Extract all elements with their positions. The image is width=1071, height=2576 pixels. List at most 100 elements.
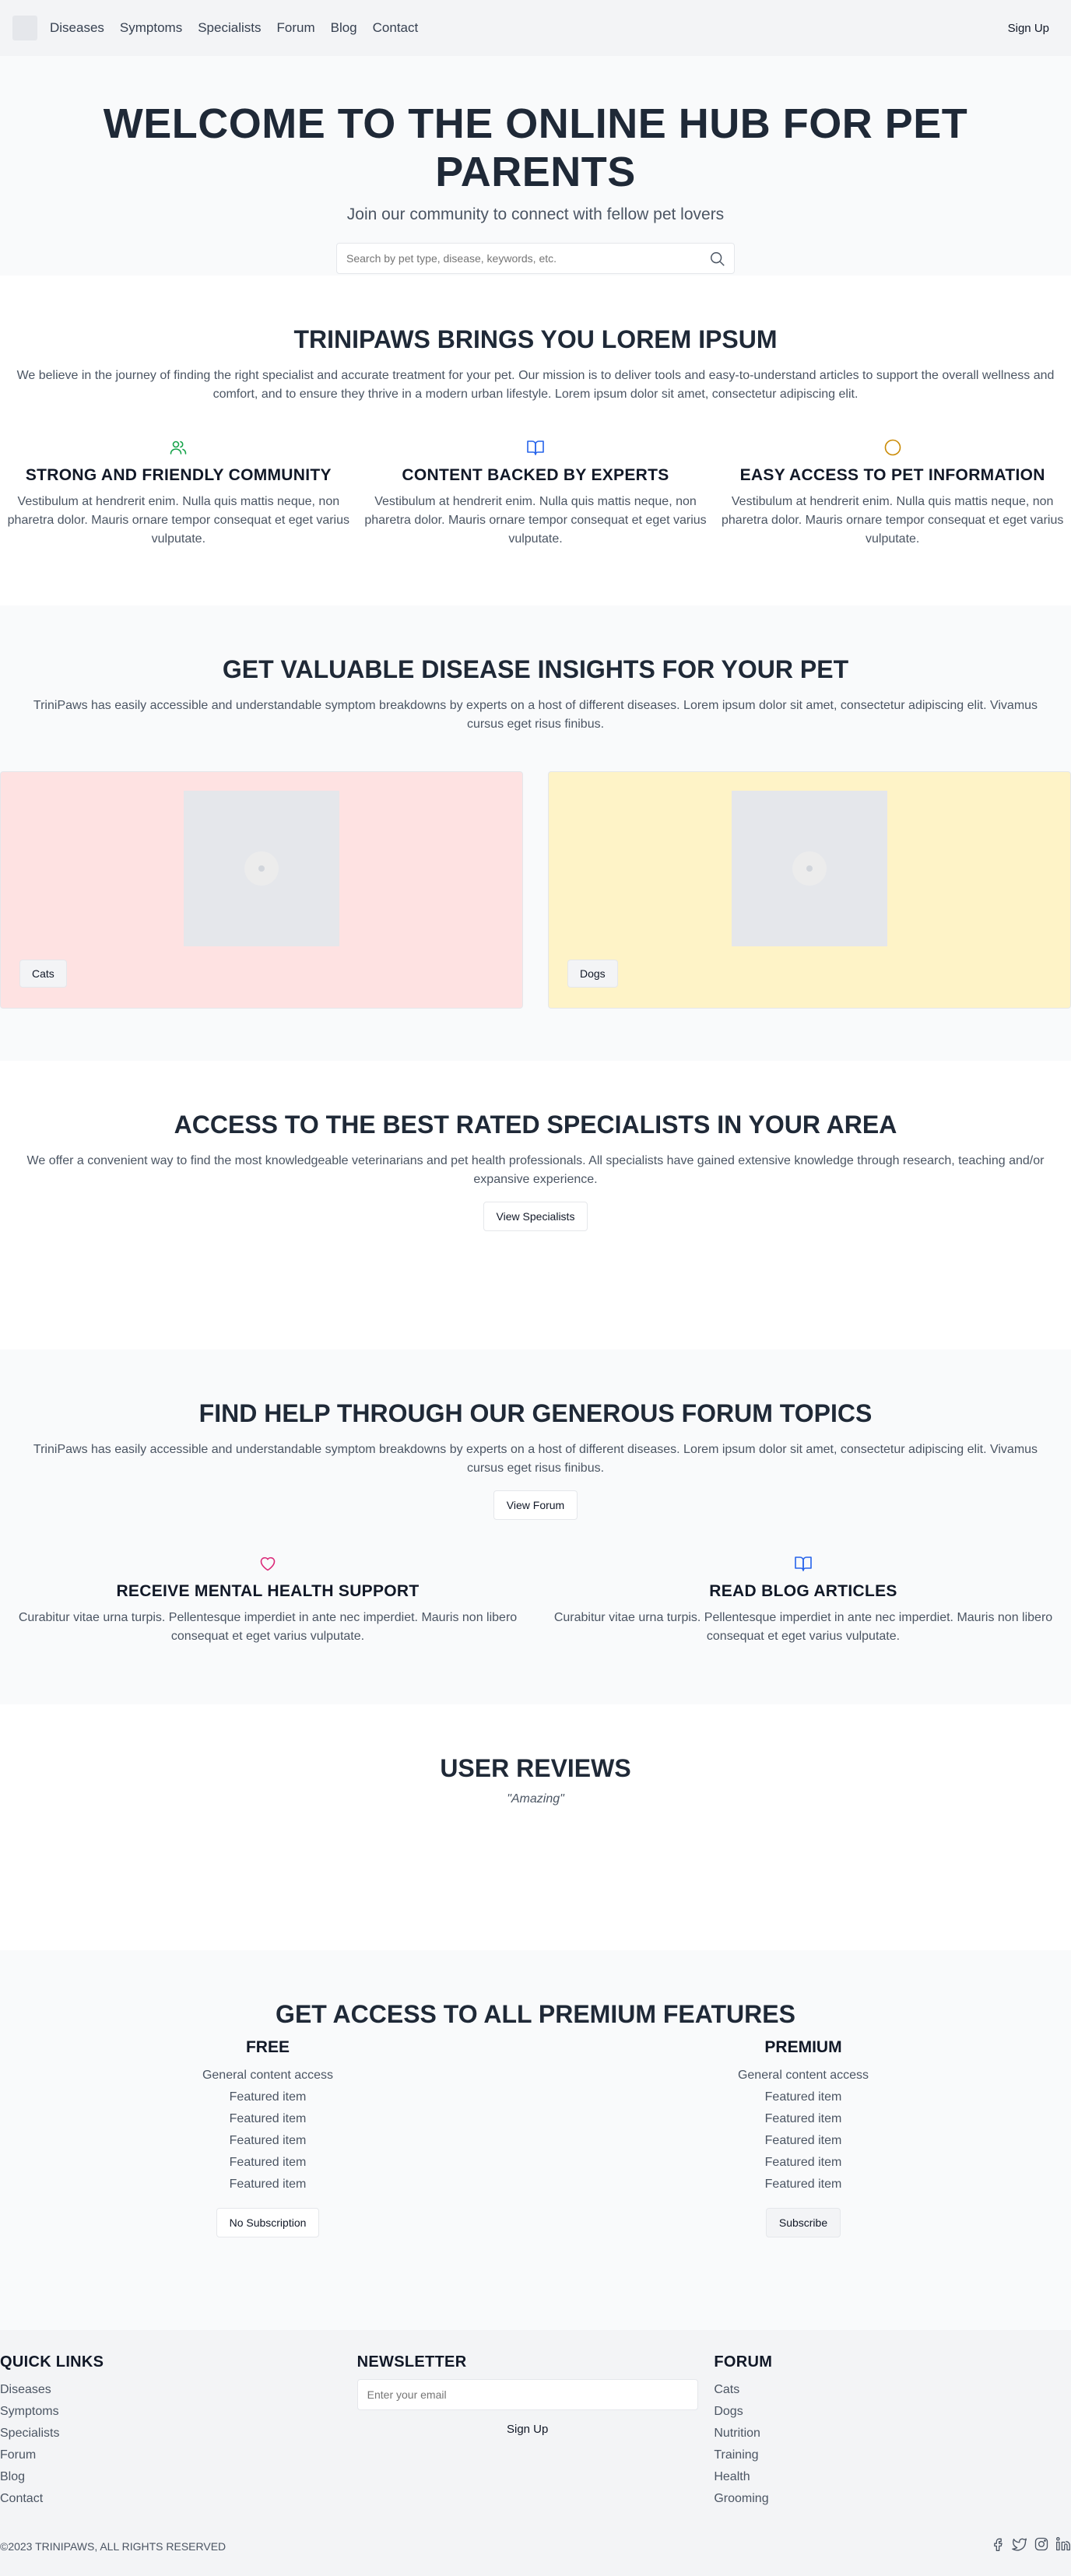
nav-link-specialists[interactable]: Specialists bbox=[198, 20, 261, 36]
footer-heading: FORUM bbox=[714, 2353, 773, 2371]
search-input[interactable] bbox=[346, 252, 725, 265]
plan-list: FREE General content access Featured ite… bbox=[0, 2038, 1071, 2237]
specialists-section: ACCESS TO THE BEST RATED SPECIALISTS IN … bbox=[0, 1061, 1071, 1349]
footer-link-blog[interactable]: Blog bbox=[0, 2466, 342, 2488]
subscribe-button[interactable]: Subscribe bbox=[765, 2208, 841, 2237]
plan-free: FREE General content access Featured ite… bbox=[0, 2038, 536, 2237]
nav-link-forum[interactable]: Forum bbox=[276, 20, 314, 36]
plan-feature: Featured item bbox=[764, 2178, 842, 2191]
linkedin-icon[interactable] bbox=[1055, 2536, 1071, 2556]
plan-features: General content access Featured item Fea… bbox=[536, 2065, 1071, 2195]
book-icon bbox=[360, 438, 711, 458]
footer-columns: QUICK LINKS Diseases Symptoms Specialist… bbox=[0, 2353, 1071, 2510]
image-placeholder bbox=[184, 791, 339, 946]
instagram-icon[interactable] bbox=[1034, 2536, 1049, 2556]
search-bar bbox=[336, 243, 735, 274]
plan-feature: General content access bbox=[737, 2069, 869, 2082]
top-navbar: Diseases Symptoms Specialists Forum Blog… bbox=[0, 0, 1071, 56]
footer-link-grooming[interactable]: Grooming bbox=[714, 2488, 1055, 2510]
plan-feature: Featured item bbox=[764, 2156, 842, 2169]
logo[interactable] bbox=[12, 16, 37, 40]
footer-quick-links: QUICK LINKS Diseases Symptoms Specialist… bbox=[0, 2353, 357, 2510]
hero-section: WELCOME TO THE ONLINE HUB FOR PET PARENT… bbox=[0, 56, 1071, 275]
forum-section: FIND HELP THROUGH OUR GENEROUS FORUM TOP… bbox=[0, 1349, 1071, 1704]
footer-link-training[interactable]: Training bbox=[714, 2444, 1055, 2466]
nav-link-blog[interactable]: Blog bbox=[331, 20, 357, 36]
plan-feature: Featured item bbox=[764, 2090, 842, 2104]
plan-feature: Featured item bbox=[229, 2178, 307, 2191]
footer-link-health[interactable]: Health bbox=[714, 2466, 1055, 2488]
footer-link-forum[interactable]: Forum bbox=[0, 2444, 342, 2466]
cats-button[interactable]: Cats bbox=[19, 960, 67, 988]
diseases-title: GET VALUABLE DISEASE INSIGHTS FOR YOUR P… bbox=[222, 655, 849, 683]
about-section: TRINIPAWS BRINGS YOU LOREM IPSUM We beli… bbox=[0, 275, 1071, 605]
feature-title: STRONG AND FRIENDLY COMMUNITY bbox=[25, 466, 332, 484]
feature-community: STRONG AND FRIENDLY COMMUNITY Vestibulum… bbox=[0, 438, 357, 549]
plan-feature: Featured item bbox=[229, 2090, 307, 2104]
footer-link-diseases[interactable]: Diseases bbox=[0, 2379, 342, 2401]
footer-link-dogs[interactable]: Dogs bbox=[714, 2401, 1055, 2423]
feature-easy-access: EASY ACCESS TO PET INFORMATION Vestibulu… bbox=[714, 438, 1071, 549]
forum-text: TriniPaws has easily accessible and unde… bbox=[33, 1443, 1038, 1475]
view-specialists-button[interactable]: View Specialists bbox=[483, 1202, 588, 1231]
feature-title: RECEIVE MENTAL HEALTH SUPPORT bbox=[116, 1582, 420, 1600]
plan-feature: General content access bbox=[202, 2069, 334, 2082]
footer-link-specialists[interactable]: Specialists bbox=[0, 2423, 342, 2444]
book-icon bbox=[539, 1554, 1068, 1574]
about-title: TRINIPAWS BRINGS YOU LOREM IPSUM bbox=[293, 325, 778, 353]
hero-subtitle: Join our community to connect with fello… bbox=[346, 205, 725, 223]
premium-section: GET ACCESS TO ALL PREMIUM FEATURES FREE … bbox=[0, 1950, 1071, 2330]
circle-icon bbox=[717, 438, 1068, 458]
plan-feature: Featured item bbox=[229, 2112, 307, 2125]
card-dogs[interactable]: Dogs bbox=[548, 771, 1071, 1009]
disease-insights-section: GET VALUABLE DISEASE INSIGHTS FOR YOUR P… bbox=[0, 605, 1071, 1061]
feature-text: Vestibulum at hendrerit enim. Nulla quis… bbox=[364, 495, 707, 546]
pet-cards: Cats Dogs bbox=[0, 771, 1071, 1009]
review-quote: "Amazing" bbox=[507, 1792, 564, 1806]
footer-heading: NEWSLETTER bbox=[356, 2353, 467, 2371]
footer-link-cats[interactable]: Cats bbox=[714, 2379, 1055, 2401]
reviews-title: USER REVIEWS bbox=[440, 1754, 631, 1782]
plan-feature: Featured item bbox=[764, 2112, 842, 2125]
nav-signup-button[interactable]: Sign Up bbox=[999, 17, 1059, 40]
view-forum-button[interactable]: View Forum bbox=[493, 1490, 578, 1520]
plan-feature: Featured item bbox=[229, 2156, 307, 2169]
plan-feature: Featured item bbox=[229, 2134, 307, 2147]
twitter-icon[interactable] bbox=[1012, 2536, 1027, 2556]
plan-premium: PREMIUM General content access Featured … bbox=[536, 2038, 1071, 2237]
plan-name: FREE bbox=[245, 2038, 290, 2056]
feature-blog: READ BLOG ARTICLES Curabitur vitae urna … bbox=[536, 1554, 1071, 1646]
reviews-section: USER REVIEWS "Amazing" bbox=[0, 1704, 1071, 1950]
plan-features: General content access Featured item Fea… bbox=[0, 2065, 536, 2195]
footer-link-symptoms[interactable]: Symptoms bbox=[0, 2401, 342, 2423]
about-text: We believe in the journey of finding the… bbox=[16, 369, 1055, 401]
nav-link-symptoms[interactable]: Symptoms bbox=[120, 20, 182, 36]
feature-text: Vestibulum at hendrerit enim. Nulla quis… bbox=[722, 495, 1064, 546]
feature-title: CONTENT BACKED BY EXPERTS bbox=[402, 466, 669, 484]
no-subscription-button[interactable]: No Subscription bbox=[216, 2208, 320, 2237]
specialists-title: ACCESS TO THE BEST RATED SPECIALISTS IN … bbox=[174, 1111, 897, 1139]
nav-link-contact[interactable]: Contact bbox=[373, 20, 419, 36]
facebook-icon[interactable] bbox=[990, 2536, 1006, 2556]
footer-link-contact[interactable]: Contact bbox=[0, 2488, 342, 2510]
heart-icon bbox=[3, 1554, 532, 1574]
nav-link-diseases[interactable]: Diseases bbox=[50, 20, 104, 36]
newsletter-signup-button[interactable]: Sign Up bbox=[357, 2423, 698, 2436]
footer-link-nutrition[interactable]: Nutrition bbox=[714, 2423, 1055, 2444]
newsletter-email-input[interactable] bbox=[356, 2379, 698, 2410]
feature-text: Vestibulum at hendrerit enim. Nulla quis… bbox=[7, 495, 350, 546]
premium-title: GET ACCESS TO ALL PREMIUM FEATURES bbox=[276, 2000, 795, 2028]
feature-mental-health: RECEIVE MENTAL HEALTH SUPPORT Curabitur … bbox=[0, 1554, 536, 1646]
image-placeholder bbox=[732, 791, 887, 946]
image-placeholder-icon bbox=[244, 851, 279, 886]
forum-title: FIND HELP THROUGH OUR GENEROUS FORUM TOP… bbox=[198, 1399, 873, 1427]
feature-experts: CONTENT BACKED BY EXPERTS Vestibulum at … bbox=[357, 438, 715, 549]
feature-text: Curabitur vitae urna turpis. Pellentesqu… bbox=[18, 1611, 518, 1643]
dogs-button[interactable]: Dogs bbox=[567, 960, 618, 988]
card-cats[interactable]: Cats bbox=[0, 771, 523, 1009]
forum-feature-list: RECEIVE MENTAL HEALTH SUPPORT Curabitur … bbox=[0, 1554, 1071, 1646]
specialists-text: We offer a convenient way to find the mo… bbox=[26, 1154, 1045, 1186]
users-icon bbox=[3, 438, 354, 458]
copyright-text: ©2023 TRINIPAWS, ALL RIGHTS RESERVED bbox=[0, 2540, 226, 2553]
search-icon[interactable] bbox=[709, 251, 726, 272]
